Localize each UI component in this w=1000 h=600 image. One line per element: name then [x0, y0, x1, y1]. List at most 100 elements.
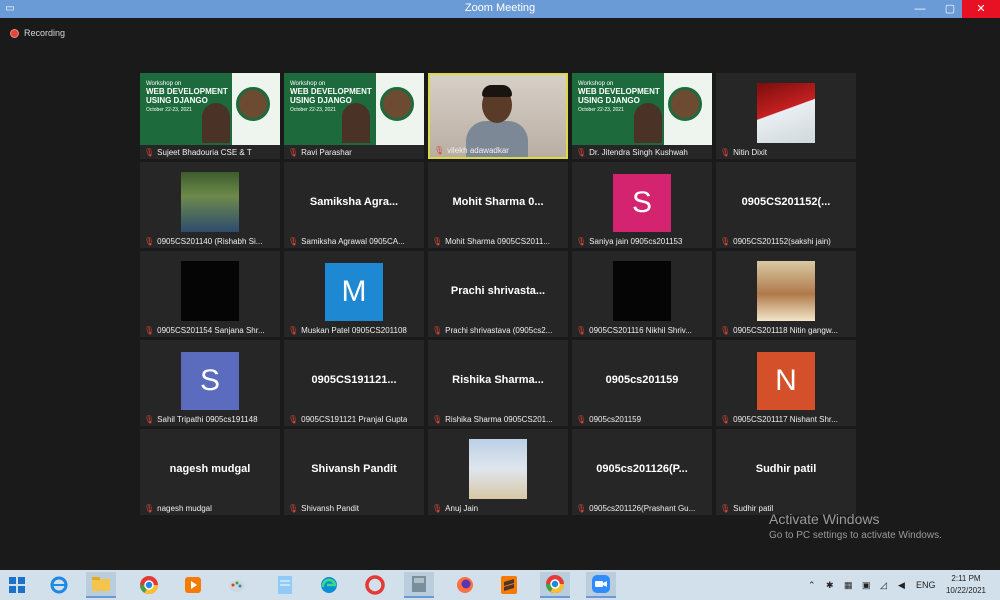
participant-name-label: 🎙 0905CS201140 (Rishabh Si...	[144, 237, 278, 246]
participant-name: 0905CS201118 Nitin gangw...	[733, 326, 838, 335]
mic-muted-icon: 🎙	[720, 326, 731, 335]
mic-muted-icon: 🎙	[576, 504, 587, 513]
participant-name-label: 🎙 nagesh mudgal	[144, 504, 278, 513]
shared-slide-video: Workshop on WEB DEVELOPMENT USING DJANGO Oc…	[140, 73, 280, 145]
participant-name: Samiksha Agrawal 0905CA...	[301, 237, 405, 246]
participant-tile[interactable]: Workshop on WEB DEVELOPMENT USING DJANGO Oc…	[572, 73, 712, 159]
watermark-title: Activate Windows	[769, 511, 880, 527]
participant-tile[interactable]: S 🎙 Sahil Tripathi 0905cs191148	[140, 340, 280, 426]
participant-tile[interactable]: Mohit Sharma 0... 🎙 Mohit Sharma 0905CS201…	[428, 162, 568, 248]
participant-tile[interactable]: Prachi shrivasta... 🎙 Prachi shrivastava (…	[428, 251, 568, 337]
participant-tile[interactable]: Rishika Sharma... 🎙 Rishika Sharma 0905CS2…	[428, 340, 568, 426]
mic-muted-icon: 🎙	[432, 415, 443, 424]
participant-tile[interactable]: 🎙 vilekh adawadkar	[428, 73, 568, 159]
participant-tile[interactable]: 🎙 0905CS201118 Nitin gangw...	[716, 251, 856, 337]
recording-indicator[interactable]: Recording	[10, 28, 65, 38]
mic-muted-icon: 🎙	[576, 326, 587, 335]
participant-tile[interactable]: S 🎙 Saniya jain 0905cs201153	[572, 162, 712, 248]
paint-icon[interactable]	[222, 572, 252, 598]
language-indicator[interactable]: ENG	[916, 570, 936, 600]
zoom-icon[interactable]	[586, 572, 616, 598]
mic-muted-icon: 🎙	[144, 237, 155, 246]
mic-muted-icon: 🎙	[144, 148, 155, 157]
participant-name: 0905CS191121 Pranjal Gupta	[301, 415, 408, 424]
participant-tile[interactable]: 🎙 0905CS201116 Nikhil Shriv...	[572, 251, 712, 337]
chrome-icon[interactable]	[540, 572, 570, 598]
tray-chevron-icon[interactable]: ⌃	[808, 570, 816, 600]
participant-photo	[181, 172, 239, 232]
mic-muted-icon: 🎙	[144, 504, 155, 513]
participant-name: Dr. Jitendra Singh Kushwah	[589, 148, 688, 157]
book-icon[interactable]	[404, 572, 434, 598]
mic-muted-icon: 🎙	[288, 326, 299, 335]
minimize-button[interactable]: —	[906, 0, 934, 18]
participant-display-name: Prachi shrivasta...	[450, 285, 546, 297]
maximize-button[interactable]: ▢	[936, 0, 964, 18]
participant-tile[interactable]: nagesh mudgal 🎙 nagesh mudgal	[140, 429, 280, 515]
file-explorer-icon[interactable]	[86, 572, 116, 598]
wifi-icon[interactable]: ◿	[880, 570, 887, 600]
participant-tile[interactable]: M 🎙 Muskan Patel 0905CS201108	[284, 251, 424, 337]
participant-tile[interactable]: 🎙 Nitin Dixit	[716, 73, 856, 159]
participant-tile[interactable]: Workshop on WEB DEVELOPMENT USING DJANGO Oc…	[140, 73, 280, 159]
participant-tile[interactable]: 0905cs201126(P... 🎙 0905cs201126(Prashant …	[572, 429, 712, 515]
participant-photo	[469, 439, 527, 499]
participant-name-label: 🎙 vilekh adawadkar	[434, 146, 564, 155]
participant-tile[interactable]: 🎙 0905CS201140 (Rishabh Si...	[140, 162, 280, 248]
participant-name-label: 🎙 Prachi shrivastava (0905cs2...	[432, 326, 566, 335]
participant-name: Muskan Patel 0905CS201108	[301, 326, 407, 335]
participant-photo	[757, 261, 815, 321]
system-clock[interactable]: 2:11 PM 10/22/2021	[938, 573, 994, 597]
notepad-icon[interactable]	[270, 572, 300, 598]
mic-muted-icon: 🎙	[288, 237, 299, 246]
volume-icon[interactable]: ◀︎	[898, 570, 905, 600]
participant-video-off	[181, 261, 239, 321]
close-button[interactable]: ✕	[962, 0, 1000, 18]
participant-name-label: 🎙 Sujeet Bhadouria CSE & T	[144, 148, 278, 157]
edge-icon[interactable]	[314, 572, 344, 598]
sublime-text-icon[interactable]	[494, 572, 524, 598]
participant-tile[interactable]: Samiksha Agra... 🎙 Samiksha Agrawal 0905CA…	[284, 162, 424, 248]
participant-tile[interactable]: N 🎙 0905CS201117 Nishant Shr...	[716, 340, 856, 426]
mic-muted-icon: 🎙	[434, 146, 445, 155]
gallery-grid: Workshop on WEB DEVELOPMENT USING DJANGO Oc…	[140, 73, 858, 515]
participant-tile[interactable]: Workshop on WEB DEVELOPMENT USING DJANGO Oc…	[284, 73, 424, 159]
participant-name: 0905cs201159	[589, 415, 642, 424]
participant-tile[interactable]: 0905CS191121... 🎙 0905CS191121 Pranjal Gup…	[284, 340, 424, 426]
participant-name: Sahil Tripathi 0905cs191148	[157, 415, 258, 424]
watermark-subtitle: Go to PC settings to activate Windows.	[769, 530, 942, 541]
participant-tile[interactable]: Shivansh Pandit 🎙 Shivansh Pandit	[284, 429, 424, 515]
chrome-icon[interactable]	[134, 572, 164, 598]
participant-name: 0905CS201140 (Rishabh Si...	[157, 237, 263, 246]
participant-name-label: 🎙 Nitin Dixit	[720, 148, 854, 157]
network-icon[interactable]: ▦	[844, 570, 853, 600]
participant-tile[interactable]: 🎙 Anuj Jain	[428, 429, 568, 515]
shared-slide-video: Workshop on WEB DEVELOPMENT USING DJANGO Oc…	[284, 73, 424, 145]
participant-name: Rishika Sharma 0905CS201...	[445, 415, 553, 424]
windows-start-icon[interactable]	[2, 572, 32, 598]
participant-name-label: 🎙 0905cs201126(Prashant Gu...	[576, 504, 710, 513]
media-player-icon[interactable]	[178, 572, 208, 598]
participant-tile[interactable]: 0905cs201159 🎙 0905cs201159	[572, 340, 712, 426]
participant-name: 0905CS201117 Nishant Shr...	[733, 415, 838, 424]
mic-muted-icon: 🎙	[720, 148, 731, 157]
security-icon[interactable]: ▣	[862, 570, 871, 600]
participant-avatar: S	[181, 352, 239, 410]
opera-icon[interactable]	[360, 572, 390, 598]
internet-explorer-icon[interactable]	[44, 572, 74, 598]
firefox-icon[interactable]	[450, 572, 480, 598]
participant-name-label: 🎙 Samiksha Agrawal 0905CA...	[288, 237, 422, 246]
participant-tile[interactable]: Sudhir patil 🎙 Sudhir patil	[716, 429, 856, 515]
participant-avatar: M	[325, 263, 383, 321]
participant-tile[interactable]: 0905CS201152(... 🎙 0905CS201152(sakshi jai…	[716, 162, 856, 248]
mic-muted-icon: 🎙	[576, 415, 587, 424]
participant-video-off	[613, 261, 671, 321]
participant-name-label: 🎙 0905CS201116 Nikhil Shriv...	[576, 326, 710, 335]
participant-tile[interactable]: 🎙 0905CS201154 Sanjana Shr...	[140, 251, 280, 337]
participant-name-label: 🎙 Dr. Jitendra Singh Kushwah	[576, 148, 710, 157]
slide-dates: October 22-23, 2021	[290, 107, 336, 113]
bluetooth-icon[interactable]: ✱	[826, 570, 834, 600]
participant-name-label: 🎙 0905CS191121 Pranjal Gupta	[288, 415, 422, 424]
participant-name: Anuj Jain	[445, 504, 479, 513]
participant-name-label: 🎙 Sahil Tripathi 0905cs191148	[144, 415, 278, 424]
